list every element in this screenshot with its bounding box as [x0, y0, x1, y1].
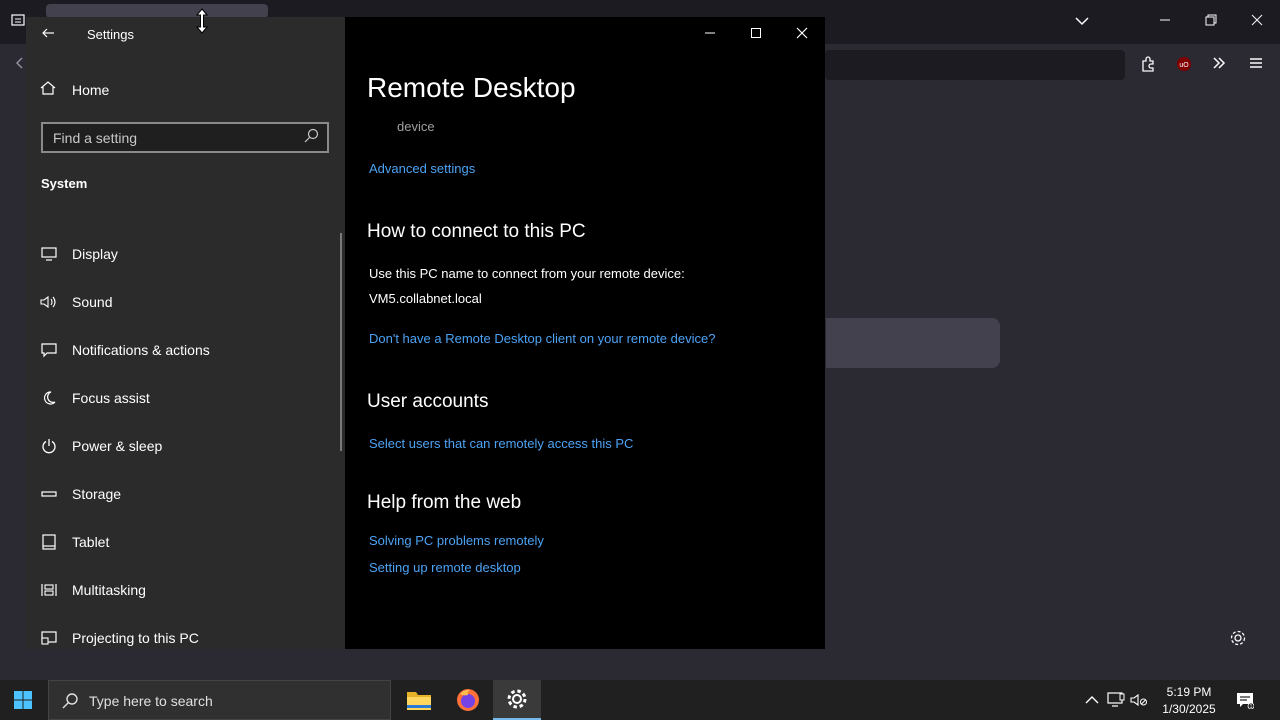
- maximize-icon[interactable]: [745, 23, 767, 43]
- start-button[interactable]: [0, 680, 46, 720]
- tablet-icon: [40, 533, 58, 551]
- browser-tab[interactable]: [46, 4, 268, 18]
- power-icon: [40, 437, 58, 455]
- nav-item-notifications[interactable]: Notifications & actions: [40, 326, 330, 374]
- back-arrow-icon[interactable]: [40, 25, 58, 43]
- nav-item-label: Display: [72, 246, 118, 262]
- nav-home-label: Home: [72, 82, 110, 98]
- network-icon[interactable]: [1106, 690, 1126, 710]
- connect-heading: How to connect to this PC: [367, 221, 586, 242]
- help-link-setup[interactable]: Setting up remote desktop: [369, 560, 521, 575]
- nav-item-label: Storage: [72, 486, 122, 502]
- file-explorer-icon[interactable]: [395, 680, 443, 720]
- advanced-settings-link[interactable]: Advanced settings: [369, 161, 475, 176]
- search-icon: [303, 128, 321, 146]
- projecting-icon: [40, 629, 58, 647]
- display-icon: [40, 245, 58, 263]
- search-icon: [61, 692, 79, 715]
- page-title: Remote Desktop: [367, 72, 576, 103]
- gear-icon[interactable]: [1229, 629, 1249, 649]
- svg-text:1: 1: [1250, 704, 1253, 709]
- help-link-solving[interactable]: Solving PC problems remotely: [369, 533, 544, 548]
- taskbar-search-placeholder: Type here to search: [89, 693, 213, 709]
- notifications-icon: [40, 341, 58, 359]
- extensions-icon[interactable]: [1138, 56, 1158, 76]
- get-client-link[interactable]: Don't have a Remote Desktop client on yo…: [369, 331, 715, 346]
- nav-item-power-sleep[interactable]: Power & sleep: [40, 422, 330, 470]
- settings-gear-icon[interactable]: [493, 680, 541, 720]
- content-card[interactable]: [826, 318, 1000, 368]
- settings-navigation-pane: Settings Home Find a setting System Disp…: [26, 17, 345, 649]
- find-setting-input[interactable]: Find a setting: [41, 122, 329, 153]
- nav-item-label: Tablet: [72, 534, 110, 550]
- svg-text:uO: uO: [1179, 62, 1189, 69]
- url-bar[interactable]: [825, 50, 1125, 80]
- windows-logo-icon: [14, 691, 32, 709]
- show-hidden-icons-chevron-icon[interactable]: [1082, 690, 1102, 710]
- nav-list: Display Sound Notifications & actions Fo…: [40, 230, 330, 662]
- help-heading: Help from the web: [367, 492, 522, 513]
- action-center-icon[interactable]: 1: [1235, 690, 1255, 710]
- pc-name: VM5.collabnet.local: [369, 291, 482, 306]
- system-clock[interactable]: 5:19 PM 1/30/2025: [1153, 684, 1225, 718]
- select-users-link[interactable]: Select users that can remotely access th…: [369, 436, 633, 451]
- nav-item-multitasking[interactable]: Multitasking: [40, 566, 330, 614]
- firefox-icon[interactable]: [444, 680, 492, 720]
- overflow-chevron-icon[interactable]: [1209, 56, 1229, 74]
- nav-item-projecting[interactable]: Projecting to this PC: [40, 614, 330, 662]
- user-accounts-heading: User accounts: [367, 391, 489, 412]
- multitasking-icon: [40, 581, 58, 599]
- tab-list-icon[interactable]: [8, 13, 28, 31]
- clock-date: 1/30/2025: [1162, 702, 1216, 716]
- nav-item-label: Projecting to this PC: [72, 630, 199, 646]
- section-label: System: [41, 176, 88, 191]
- storage-icon: [40, 485, 58, 503]
- close-icon[interactable]: [791, 23, 813, 43]
- resize-cursor-icon: [195, 8, 209, 34]
- device-label: device: [397, 119, 435, 134]
- home-icon: [40, 80, 56, 101]
- window-title: Settings: [87, 27, 134, 42]
- moon-icon: [40, 389, 58, 407]
- nav-item-storage[interactable]: Storage: [40, 470, 330, 518]
- ublock-origin-icon[interactable]: uO: [1174, 56, 1194, 76]
- taskbar: Type here to search 5:19 PM 1/30/2025 1: [0, 680, 1280, 720]
- hamburger-menu-icon[interactable]: [1246, 56, 1266, 74]
- nav-item-tablet[interactable]: Tablet: [40, 518, 330, 566]
- connect-instructions: Use this PC name to connect from your re…: [369, 266, 685, 281]
- nav-item-label: Focus assist: [72, 390, 150, 406]
- nav-item-focus-assist[interactable]: Focus assist: [40, 374, 330, 422]
- nav-home[interactable]: Home: [40, 79, 320, 101]
- close-icon[interactable]: [1247, 14, 1267, 30]
- nav-item-label: Power & sleep: [72, 438, 163, 454]
- nav-item-label: Multitasking: [72, 582, 146, 598]
- minimize-icon[interactable]: [699, 23, 721, 43]
- nav-item-sound[interactable]: Sound: [40, 278, 330, 326]
- search-placeholder: Find a setting: [53, 130, 138, 146]
- clock-time: 5:19 PM: [1166, 685, 1212, 699]
- remote-desktop-page: Remote Desktop device Advanced settings …: [345, 17, 825, 649]
- list-all-tabs-icon[interactable]: [1072, 14, 1092, 30]
- taskbar-search-box[interactable]: Type here to search: [48, 680, 391, 720]
- restore-icon[interactable]: [1201, 14, 1221, 30]
- minimize-icon[interactable]: [1155, 14, 1175, 30]
- volume-muted-icon[interactable]: [1129, 690, 1149, 710]
- nav-item-display[interactable]: Display: [40, 230, 330, 278]
- nav-item-label: Notifications & actions: [72, 342, 210, 358]
- nav-item-label: Sound: [72, 294, 113, 310]
- scrollbar[interactable]: [340, 233, 342, 451]
- sound-icon: [40, 293, 58, 311]
